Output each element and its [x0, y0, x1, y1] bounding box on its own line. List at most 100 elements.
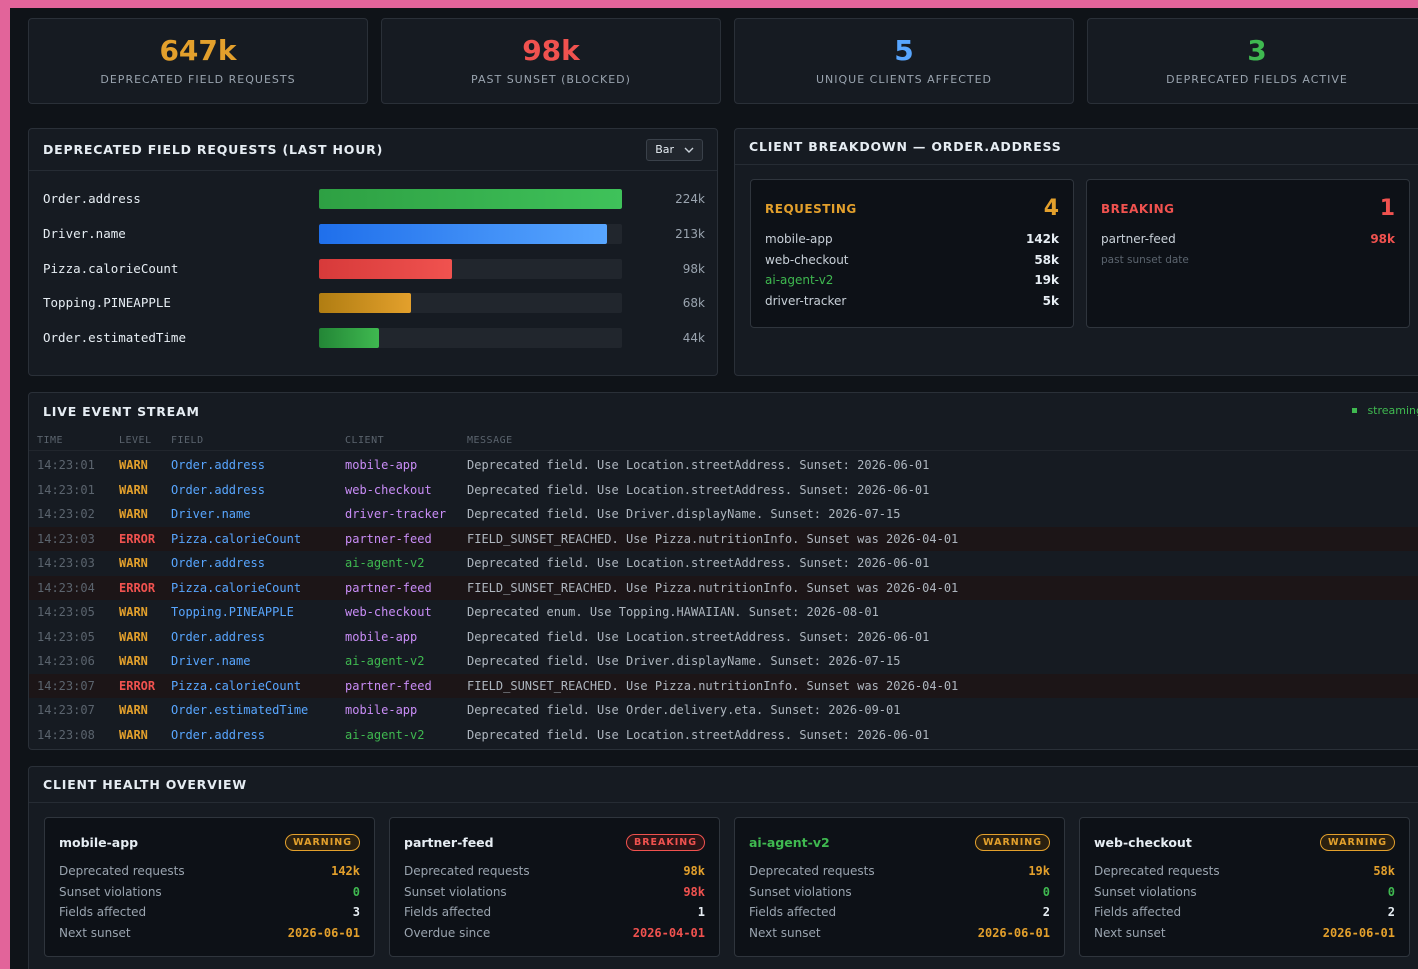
breakdown-panel-title: CLIENT BREAKDOWN — ORDER.ADDRESS [749, 139, 1062, 154]
event-time: 14:23:03 [37, 556, 95, 571]
event-message: Deprecated field. Use Driver.displayName… [467, 507, 901, 522]
bar [319, 258, 452, 279]
bar-value: 44k [682, 331, 705, 346]
client-health-card[interactable]: mobile-app WARNING Deprecated requests 142k… [44, 817, 375, 957]
event-level: WARN [119, 605, 148, 620]
breaking-list: partner-feed 98k [1101, 229, 1395, 250]
bar-label: Pizza.calorieCount [43, 260, 179, 276]
event-field: Topping.PINEAPPLE [171, 605, 294, 620]
kpi-value: 3 [1247, 34, 1267, 67]
bar [319, 328, 379, 349]
card-header: ai-agent-v2 WARNING [749, 832, 1050, 852]
kpi-card: 647k DEPRECATED FIELD REQUESTS [28, 18, 368, 104]
stream-row[interactable]: 14:23:01 WARN Order.address web-checkout Dep… [29, 478, 1418, 503]
client-row[interactable]: partner-feed 98k [1101, 229, 1395, 250]
breaking-note: past sunset date [1101, 253, 1189, 266]
metric-value: 3 [352, 905, 360, 920]
card-metrics: Deprecated requests 98k Sunset violations 9… [404, 861, 705, 943]
kpi-label: DEPRECATED FIELD REQUESTS [100, 73, 296, 86]
stream-row[interactable]: 14:23:07 WARN Order.estimatedTime mobile-ap… [29, 698, 1418, 723]
status-badge: WARNING [975, 833, 1050, 851]
stream-row[interactable]: 14:23:03 WARN Order.address ai-agent-v2 Depr… [29, 551, 1418, 576]
bar [319, 223, 608, 244]
client-health-card[interactable]: partner-feed BREAKING Deprecated requests 9… [389, 817, 720, 957]
bar-row: Driver.name 213k [43, 223, 705, 246]
stream-row[interactable]: 14:23:04 ERROR Pizza.calorieCount partner-f… [29, 575, 1418, 600]
stream-row[interactable]: 14:23:06 WARN Driver.name ai-agent-v2 Deprec… [29, 649, 1418, 674]
event-field: Driver.name [171, 654, 251, 669]
bar-label: Order.address [43, 191, 141, 206]
metric-value: 0 [1387, 884, 1395, 899]
metric-row: Fields affected 2 [1094, 902, 1395, 923]
bar-row: Order.address 224k [43, 189, 705, 211]
metric-label: Sunset violations [1094, 884, 1197, 899]
chart-type-value: Bar [655, 143, 674, 156]
bar-row: Topping.PINEAPPLE 68k [43, 293, 705, 315]
stream-row[interactable]: 14:23:02 WARN Driver.name driver-tracker Dep… [29, 502, 1418, 527]
event-time: 14:23:07 [37, 703, 95, 718]
client-health-card[interactable]: web-checkout WARNING Deprecated requests 58… [1079, 817, 1410, 957]
health-panel-title: CLIENT HEALTH OVERVIEW [43, 777, 247, 792]
card-client-name: partner-feed [404, 834, 494, 850]
breaking-label: BREAKING [1101, 201, 1175, 216]
bar-row: Pizza.calorieCount 98k [43, 258, 705, 281]
event-message: FIELD_SUNSET_REACHED. Use Pizza.nutritio… [467, 580, 959, 595]
bar-value: 68k [682, 296, 705, 311]
event-time: 14:23:07 [37, 678, 95, 693]
requesting-box: REQUESTING 4 mobile-app 142k web-checkout 5… [750, 179, 1074, 328]
stream-row[interactable]: 14:23:05 WARN Order.address mobile-app Depre… [29, 625, 1418, 650]
event-client: mobile-app [345, 629, 418, 644]
col-time: TIME [37, 435, 64, 446]
event-message: Deprecated field. Use Location.streetAdd… [467, 629, 930, 644]
card-client-name: mobile-app [59, 834, 139, 850]
requests-panel: DEPRECATED FIELD REQUESTS (LAST HOUR) Ba… [28, 128, 718, 376]
metric-value: 2026-06-01 [287, 925, 360, 940]
chart-type-select[interactable]: Bar [646, 138, 703, 161]
client-value: 142k [1025, 232, 1059, 247]
stream-row[interactable]: 14:23:05 WARN Topping.PINEAPPLE web-checkou… [29, 600, 1418, 625]
event-field: Order.address [171, 556, 265, 571]
dashboard-frame: 647k DEPRECATED FIELD REQUESTS 98k PAST SUN… [0, 0, 1418, 969]
metric-label: Deprecated requests [749, 864, 875, 879]
event-level: WARN [119, 458, 148, 473]
requesting-list: mobile-app 142k web-checkout 58k ai-agent-v2… [765, 229, 1059, 311]
metric-label: Deprecated requests [59, 864, 185, 879]
metric-value: 0 [1042, 884, 1050, 899]
card-client-name: web-checkout [1094, 834, 1192, 850]
metric-label: Deprecated requests [404, 864, 530, 879]
event-field: Order.address [171, 482, 265, 497]
client-row[interactable]: mobile-app 142k [765, 229, 1059, 250]
metric-label: Fields affected [1094, 905, 1182, 920]
client-row[interactable]: driver-tracker 5k [765, 291, 1059, 312]
chevron-down-icon [684, 147, 694, 153]
stream-row[interactable]: 14:23:03 ERROR Pizza.calorieCount partner-f… [29, 526, 1418, 551]
metric-label: Sunset violations [749, 884, 852, 899]
event-level: WARN [119, 727, 148, 742]
metric-value: 98k [683, 884, 705, 899]
event-message: Deprecated field. Use Driver.displayName… [467, 654, 901, 669]
requesting-count: 4 [1043, 196, 1059, 221]
event-client: partner-feed [345, 531, 432, 546]
col-client: CLIENT [345, 435, 385, 446]
client-row[interactable]: ai-agent-v2 19k [765, 270, 1059, 291]
metric-row: Deprecated requests 19k [749, 861, 1050, 882]
event-level: ERROR [119, 678, 156, 693]
event-client: web-checkout [345, 605, 432, 620]
metric-label: Next sunset [749, 925, 821, 940]
metric-row: Deprecated requests 58k [1094, 861, 1395, 882]
metric-row: Deprecated requests 98k [404, 861, 705, 882]
client-value: 98k [1370, 232, 1395, 247]
metric-value: 2026-04-01 [632, 925, 705, 940]
event-client: mobile-app [345, 458, 418, 473]
stream-row[interactable]: 14:23:07 ERROR Pizza.calorieCount partner-f… [29, 673, 1418, 698]
metric-value: 2 [1387, 905, 1395, 920]
requests-panel-title: DEPRECATED FIELD REQUESTS (LAST HOUR) [43, 142, 384, 157]
bar-track [319, 223, 622, 244]
stream-row[interactable]: 14:23:08 WARN Order.address ai-agent-v2 Depr… [29, 723, 1418, 748]
event-message: Deprecated enum. Use Topping.HAWAIIAN. S… [467, 605, 879, 620]
metric-label: Fields affected [59, 905, 147, 920]
client-row[interactable]: web-checkout 58k [765, 250, 1059, 271]
client-health-card[interactable]: ai-agent-v2 WARNING Deprecated requests 19k… [734, 817, 1065, 957]
card-client-name: ai-agent-v2 [749, 834, 830, 850]
stream-row[interactable]: 14:23:01 WARN Order.address mobile-app Depre… [29, 453, 1418, 478]
